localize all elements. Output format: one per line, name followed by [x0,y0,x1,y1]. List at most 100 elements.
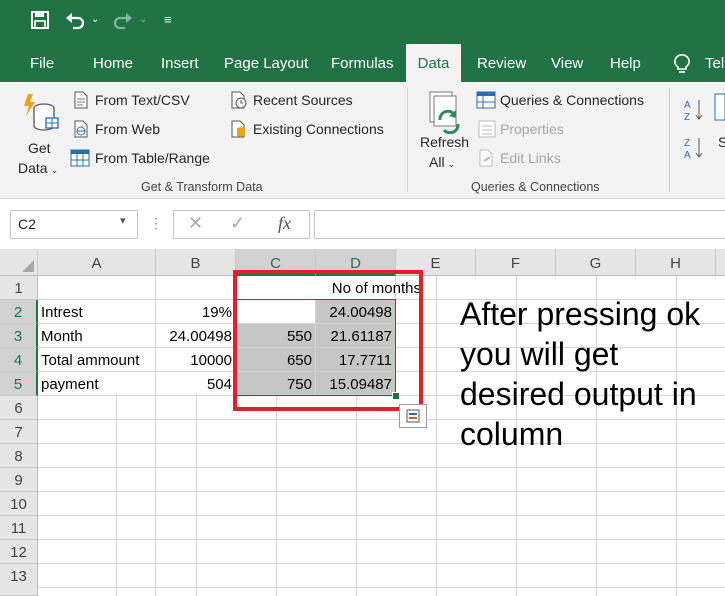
get-data-label-1: Get [28,140,51,156]
insert-function-icon[interactable]: fx [278,213,291,234]
column-header-g[interactable]: G [556,249,636,276]
edit-links-icon [478,149,496,172]
from-table-range-button[interactable]: From Table/Range [95,150,210,166]
enter-check-icon[interactable]: ✓ [230,213,245,234]
column-header-i[interactable] [716,249,725,276]
annotation-text: After pressing ok you will get desired o… [460,296,701,452]
name-box-dropdown-icon[interactable]: ▾ [120,214,126,227]
quick-access-toolbar: ⌄ ⌄ ≡ [0,0,725,44]
cell-b4[interactable]: 10000 [156,348,236,372]
row-header[interactable]: 7 [0,420,38,444]
table-icon [70,149,90,172]
existing-connections-icon [230,120,248,143]
database-icon [20,90,60,139]
svg-text:A: A [684,100,691,111]
row-header[interactable]: 2 [0,300,38,324]
tab-home[interactable]: Home [93,44,133,82]
from-text-csv-button[interactable]: From Text/CSV [95,92,190,108]
cell-a2[interactable]: Intrest [38,300,156,324]
recent-sources-button[interactable]: Recent Sources [253,92,353,108]
formula-bar: C2 ▾ ⋮ ✕ ✓ fx [0,199,725,247]
tab-help[interactable]: Help [610,44,641,82]
undo-dropdown-icon[interactable]: ⌄ [91,14,113,36]
column-header-h[interactable]: H [636,249,716,276]
existing-connections-button[interactable]: Existing Connections [253,121,384,137]
row-header[interactable]: 10 [0,492,38,516]
cell-b1[interactable] [156,276,236,300]
group-separator [407,88,408,192]
cell-a3[interactable]: Month [38,324,156,348]
group-label-get-transform: Get & Transform Data [141,180,263,194]
tab-tell-me[interactable]: Tel [705,44,724,82]
name-box-value: C2 [18,216,36,232]
lightbulb-icon[interactable] [673,54,691,79]
sort-a-z-icon[interactable]: AZ [684,98,704,127]
highlight-box [233,270,423,411]
sort-large-icon[interactable] [714,92,725,127]
row-header[interactable]: 1 [0,276,38,300]
get-data-button[interactable]: Get Data ⌄ [14,88,64,180]
row-header[interactable]: 9 [0,468,38,492]
row-header[interactable]: 11 [0,516,38,540]
tab-file[interactable]: File [30,44,54,82]
tab-page-layout[interactable]: Page Layout [224,44,308,82]
group-separator [669,88,670,192]
from-web-button[interactable]: From Web [95,121,160,137]
svg-text:A: A [684,150,691,160]
svg-text:Z: Z [684,112,690,122]
tab-review[interactable]: Review [477,44,526,82]
properties-icon [478,120,496,143]
cell-a4[interactable]: Total ammount [38,348,156,372]
refresh-label-1: Refresh [420,134,470,150]
cell-b5[interactable]: 504 [156,372,236,396]
tab-insert[interactable]: Insert [161,44,199,82]
cell-a5[interactable]: payment [38,372,156,396]
cancel-icon[interactable]: ✕ [188,213,203,234]
column-header-b[interactable]: B [156,249,236,276]
get-data-label-2: Data ⌄ [18,160,59,176]
properties-button: Properties [500,121,564,137]
tab-formulas[interactable]: Formulas [331,44,394,82]
select-all-corner[interactable] [0,249,38,276]
column-header-a[interactable]: A [38,249,156,276]
formula-buttons: ✕ ✓ fx [173,210,310,239]
queries-connections-icon [476,91,496,114]
chevron-down-icon: ⌄ [50,165,59,175]
undo-icon[interactable] [64,10,86,32]
formula-bar-grip-icon: ⋮ [149,215,163,231]
row-header[interactable]: 13 [0,564,38,596]
group-label-queries: Queries & Connections [471,180,600,194]
tab-view[interactable]: View [551,44,583,82]
ribbon-data: Get Data ⌄ From Text/CSV From Web From Ta… [0,82,725,199]
svg-text:Z: Z [684,138,690,149]
refresh-label-2: All ⌄ [429,154,456,170]
sort-z-a-icon[interactable]: ZA [684,136,704,165]
cell-a1[interactable] [38,276,156,300]
refresh-all-button[interactable]: Refresh All ⌄ [416,88,472,180]
save-icon[interactable] [30,10,52,32]
row-header[interactable]: 5 [0,372,38,396]
text-file-icon [72,91,90,114]
ribbon-tabs: File Home Insert Page Layout Formulas Da… [0,44,725,82]
row-header[interactable]: 12 [0,540,38,564]
formula-input[interactable] [314,210,725,239]
customize-toolbar-icon[interactable]: ≡ [164,12,186,34]
redo-dropdown-icon: ⌄ [139,14,148,25]
row-header[interactable]: 6 [0,396,38,420]
queries-connections-button[interactable]: Queries & Connections [500,92,644,108]
edit-links-button: Edit Links [500,150,561,166]
name-box[interactable]: C2 ▾ [10,210,138,239]
sort-label: S [718,134,725,150]
recent-sources-icon [230,91,248,114]
row-header[interactable]: 3 [0,324,38,348]
tab-data[interactable]: Data [406,44,461,82]
web-icon [72,120,90,143]
cell-b2[interactable]: 19% [156,300,236,324]
row-header[interactable]: 8 [0,444,38,468]
redo-icon [112,10,134,32]
chevron-down-icon: ⌄ [447,159,456,169]
row-header[interactable]: 4 [0,348,38,372]
cell-b3[interactable]: 24.00498 [156,324,236,348]
column-header-f[interactable]: F [476,249,556,276]
quick-analysis-icon[interactable] [399,404,427,428]
